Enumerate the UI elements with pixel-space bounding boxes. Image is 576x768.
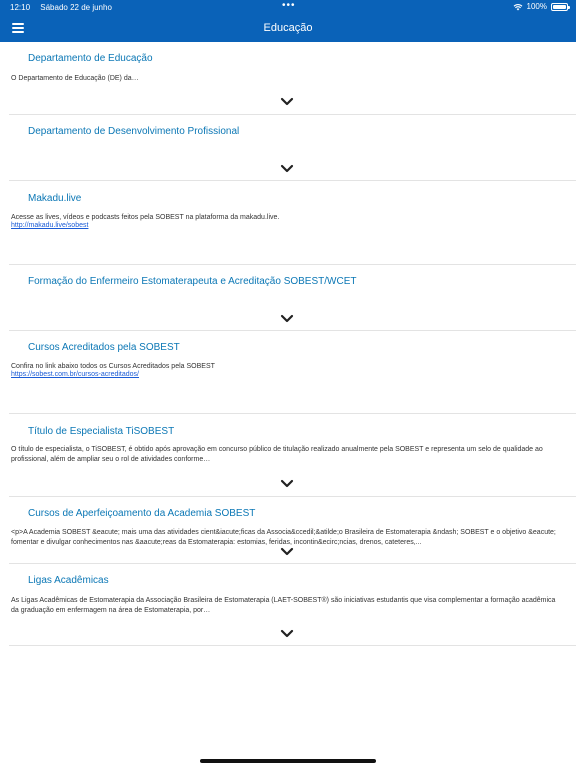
item-description: Acesse as lives, vídeos e podcasts feito…: [11, 214, 280, 221]
item-link[interactable]: https://sobest.com.br/cursos-acreditados…: [11, 371, 139, 378]
item-title[interactable]: Departamento de Educação: [28, 53, 153, 64]
item-link[interactable]: http://makadu.live/sobest: [11, 222, 88, 229]
app-header: Educação: [0, 14, 576, 42]
home-indicator[interactable]: [200, 759, 376, 763]
battery-fill: [553, 4, 566, 9]
item-description: O título de especialista, o TiSOBEST, é …: [11, 446, 543, 463]
chevron-down-icon[interactable]: [280, 629, 294, 639]
chevron-down-icon[interactable]: [280, 164, 294, 174]
item-title[interactable]: Título de Especialista TiSOBEST: [28, 426, 174, 437]
battery-icon: [551, 2, 570, 11]
multitask-dots[interactable]: •••: [282, 0, 296, 11]
list-item[interactable]: Ligas Acadêmicas As Ligas Acadêmicas de …: [9, 564, 576, 646]
chevron-down-icon[interactable]: [280, 547, 294, 557]
list-item[interactable]: Departamento de Educação O Departamento …: [9, 42, 576, 115]
status-time: 12:10: [10, 3, 31, 12]
wifi-icon: [513, 3, 522, 10]
item-title[interactable]: Makadu.live: [28, 193, 81, 204]
page-title: Educação: [263, 22, 313, 34]
item-description: O Departamento de Educação (DE) da…: [11, 75, 139, 82]
battery-percent: 100%: [526, 2, 547, 11]
item-description: As Ligas Acadêmicas de Estomaterapia da …: [11, 597, 556, 614]
item-description: <p>A Academia SOBEST &eacute; mais uma d…: [11, 529, 556, 546]
item-title[interactable]: Formação do Enfermeiro Estomaterapeuta e…: [28, 276, 356, 287]
education-list: Departamento de Educação O Departamento …: [0, 42, 576, 646]
status-left: 12:10 Sábado 22 de junho: [10, 3, 120, 12]
list-item[interactable]: Título de Especialista TiSOBEST O título…: [9, 414, 576, 497]
chevron-down-icon[interactable]: [280, 479, 294, 489]
status-right: 100%: [513, 2, 570, 11]
item-title[interactable]: Ligas Acadêmicas: [28, 575, 109, 586]
status-date: Sábado 22 de junho: [40, 3, 112, 12]
chevron-down-icon[interactable]: [280, 314, 294, 324]
list-item[interactable]: Formação do Enfermeiro Estomaterapeuta e…: [9, 265, 576, 331]
status-bar: 12:10 Sábado 22 de junho ••• 100%: [0, 0, 576, 14]
item-title[interactable]: Departamento de Desenvolvimento Profissi…: [28, 126, 239, 137]
list-item[interactable]: Cursos de Aperfeiçoamento da Academia SO…: [9, 497, 576, 564]
list-item[interactable]: Departamento de Desenvolvimento Profissi…: [9, 115, 576, 181]
item-title[interactable]: Cursos Acreditados pela SOBEST: [28, 342, 180, 353]
chevron-down-icon[interactable]: [280, 97, 294, 107]
list-item[interactable]: Cursos Acreditados pela SOBEST Confira n…: [9, 331, 576, 414]
list-item[interactable]: Makadu.live Acesse as lives, vídeos e po…: [9, 181, 576, 265]
item-title[interactable]: Cursos de Aperfeiçoamento da Academia SO…: [28, 508, 255, 519]
